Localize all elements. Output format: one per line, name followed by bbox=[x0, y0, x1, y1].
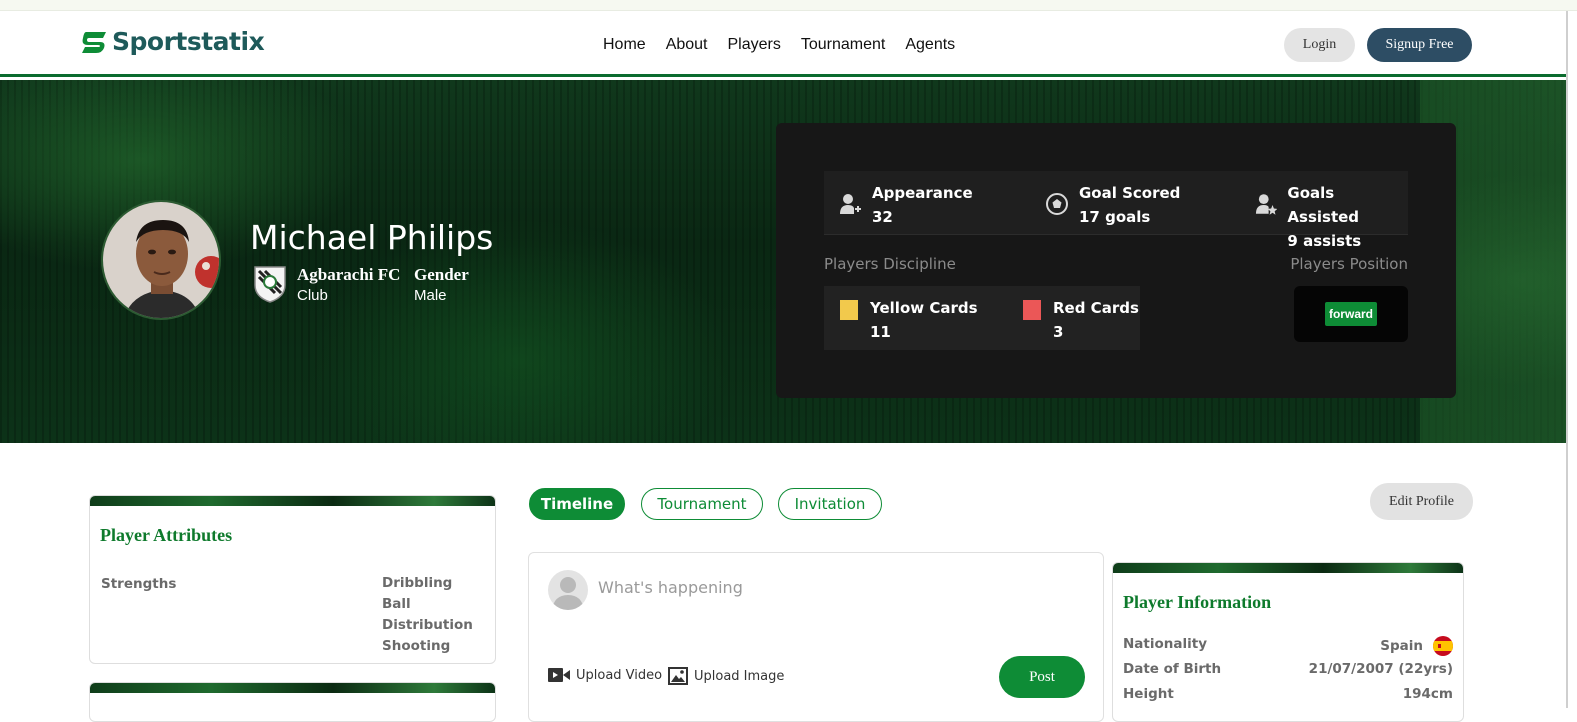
stat-appearance: Appearance 32 bbox=[838, 181, 973, 229]
position-title: Players Position bbox=[1290, 255, 1408, 273]
main-nav: Home About Players Tournament Agents bbox=[603, 36, 955, 54]
strengths-list: Dribbling Ball Distribution Shooting bbox=[382, 573, 495, 657]
appearance-label: Appearance bbox=[872, 184, 973, 202]
profile-hero: Michael Philips Agbarachi FC Club Gender… bbox=[0, 80, 1568, 443]
player-attributes-title: Player Attributes bbox=[100, 525, 233, 545]
strength-item: Dribbling bbox=[382, 575, 453, 591]
image-icon bbox=[668, 667, 688, 685]
upload-video-button[interactable]: Upload Video bbox=[548, 667, 662, 683]
post-input[interactable]: What's happening bbox=[598, 578, 743, 597]
soccer-ball-icon bbox=[1046, 193, 1068, 215]
yellow-cards: Yellow Cards 11 bbox=[840, 296, 978, 344]
player-name: Michael Philips bbox=[250, 218, 494, 257]
info-label: Nationality bbox=[1123, 636, 1207, 652]
player-photo bbox=[103, 202, 219, 318]
player-attributes-card: Player Attributes Strengths Dribbling Ba… bbox=[89, 495, 496, 664]
nav-players[interactable]: Players bbox=[728, 36, 781, 54]
post-composer: What's happening Upload Video Upload Ima… bbox=[528, 552, 1104, 722]
strength-item: Ball Distribution bbox=[382, 596, 473, 633]
yellow-cards-value: 11 bbox=[870, 323, 891, 341]
edit-profile-button[interactable]: Edit Profile bbox=[1370, 483, 1473, 520]
appearance-value: 32 bbox=[872, 208, 893, 226]
tab-tournament[interactable]: Tournament bbox=[641, 488, 763, 520]
card-header-stripe bbox=[90, 496, 495, 506]
tab-invitation[interactable]: Invitation bbox=[778, 488, 882, 520]
secondary-card bbox=[89, 682, 496, 722]
red-card-icon bbox=[1023, 300, 1041, 320]
stats-panel: Appearance 32 Goal Scored 17 goals Goals… bbox=[776, 123, 1456, 398]
discipline-title: Players Discipline bbox=[824, 255, 956, 273]
nav-agents[interactable]: Agents bbox=[905, 36, 955, 54]
gender-value: Male bbox=[414, 287, 447, 304]
brand-name: Sportstatix bbox=[112, 27, 265, 56]
upload-video-label: Upload Video bbox=[576, 667, 663, 683]
video-camera-icon bbox=[548, 668, 570, 682]
nav-tournament[interactable]: Tournament bbox=[801, 36, 886, 54]
info-value: 21/07/2007 (22yrs) bbox=[1308, 661, 1453, 677]
stat-goals: Goal Scored 17 goals bbox=[1045, 181, 1180, 229]
yellow-cards-label: Yellow Cards bbox=[870, 299, 978, 317]
info-row-dob: Date of Birth 21/07/2007 (22yrs) bbox=[1123, 661, 1453, 685]
strengths-label: Strengths bbox=[101, 576, 177, 592]
info-row-nationality: Nationality Spain bbox=[1123, 636, 1453, 660]
info-label: Height bbox=[1123, 686, 1174, 702]
upload-image-label: Upload Image bbox=[694, 668, 785, 684]
player-avatar bbox=[101, 200, 221, 320]
composer-avatar bbox=[548, 570, 588, 610]
red-cards-label: Red Cards bbox=[1053, 299, 1139, 317]
player-information-card: Player Information Nationality Spain Dat… bbox=[1112, 562, 1464, 722]
club-crest-icon bbox=[254, 266, 286, 303]
gender-title: Gender bbox=[414, 265, 469, 284]
stat-assists: Goals Assisted 9 assists bbox=[1254, 181, 1408, 253]
user-plus-icon bbox=[840, 194, 861, 214]
info-value: 194cm bbox=[1402, 686, 1453, 702]
position-chip: forward bbox=[1324, 302, 1377, 326]
browser-top-strip bbox=[0, 0, 1577, 11]
player-information-title: Player Information bbox=[1123, 592, 1272, 612]
spain-flag-icon bbox=[1433, 636, 1453, 656]
goals-value: 17 goals bbox=[1079, 208, 1151, 226]
strength-item: Shooting bbox=[382, 638, 451, 654]
red-cards-value: 3 bbox=[1053, 323, 1064, 341]
red-cards: Red Cards 3 bbox=[1023, 296, 1139, 344]
goals-label: Goal Scored bbox=[1079, 184, 1181, 202]
card-header-stripe bbox=[1113, 563, 1463, 573]
discipline-box: Yellow Cards 11 Red Cards 3 bbox=[824, 286, 1140, 350]
info-row-height: Height 194cm bbox=[1123, 686, 1453, 710]
brand-logo[interactable]: Sportstatix bbox=[80, 27, 265, 56]
nav-about[interactable]: About bbox=[666, 36, 708, 54]
position-box: forward bbox=[1294, 286, 1408, 342]
club-label: Club bbox=[297, 287, 328, 304]
tab-timeline[interactable]: Timeline bbox=[529, 488, 625, 520]
navbar: Sportstatix Home About Players Tournamen… bbox=[0, 11, 1568, 77]
club-name: Agbarachi FC bbox=[297, 265, 401, 284]
info-label: Date of Birth bbox=[1123, 661, 1222, 677]
card-header-stripe bbox=[90, 683, 495, 693]
stats-row: Appearance 32 Goal Scored 17 goals Goals… bbox=[824, 171, 1408, 250]
assists-label: Goals Assisted bbox=[1287, 184, 1360, 226]
login-button[interactable]: Login bbox=[1284, 28, 1355, 62]
sportstatix-logo-icon bbox=[82, 31, 106, 53]
info-value: Spain bbox=[1380, 638, 1423, 654]
default-user-icon bbox=[552, 577, 584, 610]
post-button[interactable]: Post bbox=[999, 656, 1085, 698]
nav-home[interactable]: Home bbox=[603, 36, 646, 54]
user-star-icon bbox=[1255, 194, 1278, 215]
assists-value: 9 assists bbox=[1287, 232, 1362, 250]
page-scrollbar[interactable] bbox=[1566, 11, 1568, 708]
signup-button[interactable]: Signup Free bbox=[1367, 28, 1472, 62]
upload-image-button[interactable]: Upload Image bbox=[668, 667, 784, 685]
yellow-card-icon bbox=[840, 300, 858, 320]
